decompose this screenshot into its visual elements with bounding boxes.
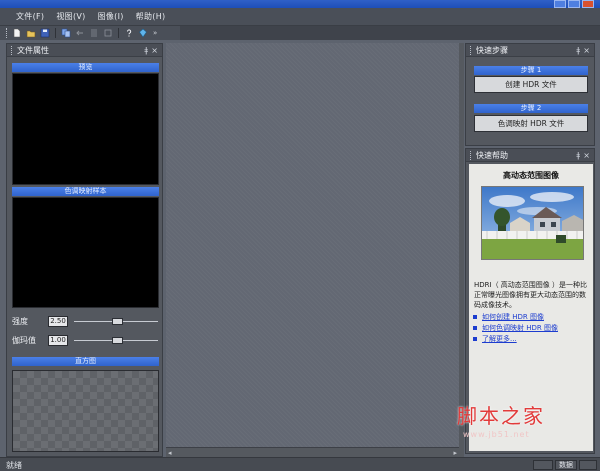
toolbar-overflow-icon[interactable]: » (153, 29, 157, 37)
menu-view[interactable]: 视图(V) (56, 11, 85, 22)
quick-help-header: 快速帮助 ǂ × (466, 149, 594, 162)
panel-title: 文件属性 (17, 45, 49, 55)
gamma-row: 伽玛值 1.00 (12, 334, 162, 346)
stack-icon[interactable] (102, 28, 114, 39)
preview-canvas (12, 73, 159, 185)
panel-grip[interactable] (11, 45, 14, 55)
bullet-icon (473, 337, 477, 341)
help-link-label[interactable]: 如何创建 HDR 图像 (482, 312, 544, 322)
save-icon[interactable] (39, 28, 51, 39)
strength-value-field[interactable]: 2.50 (48, 315, 68, 327)
panel-title: 快速步骤 (476, 45, 508, 55)
step-1-label: 步骤 1 (474, 66, 588, 75)
toolbar-separator (55, 28, 56, 38)
tonemap-sample-label: 色调映射样本 (12, 187, 159, 196)
help-link-learn-more[interactable]: 了解更多... (473, 334, 517, 344)
image-workspace[interactable] (166, 43, 459, 447)
strength-slider[interactable] (74, 316, 158, 327)
bullet-icon (473, 315, 477, 319)
menu-file[interactable]: 文件(F) (16, 11, 44, 22)
menu-image[interactable]: 图像(I) (98, 11, 124, 22)
gamma-slider[interactable] (74, 335, 158, 346)
status-bar: 就绪 数据 (0, 457, 600, 471)
scroll-right-icon[interactable]: ▸ (453, 449, 457, 457)
help-link-tonemap-hdr[interactable]: 如何色调映射 HDR 图像 (473, 323, 558, 333)
quick-steps-header: 快速步骤 ǂ × (466, 44, 594, 57)
menu-help[interactable]: 帮助(H) (136, 11, 166, 22)
toolbar-grip (6, 28, 7, 38)
scroll-left-icon[interactable]: ◂ (168, 449, 172, 457)
close-icon[interactable]: × (583, 151, 590, 160)
create-hdr-button[interactable]: 创建 HDR 文件 (474, 76, 588, 93)
vertical-scrollbar[interactable] (459, 43, 464, 457)
gamma-label: 伽玛值 (12, 335, 36, 345)
slider-thumb[interactable] (112, 317, 123, 325)
file-properties-panel: 文件属性 ǂ × 预览 色调映射样本 强度 2.50 伽玛值 1.00 直方图 (6, 43, 163, 457)
help-link-label[interactable]: 了解更多... (482, 334, 517, 344)
file-properties-header: 文件属性 ǂ × (7, 44, 162, 57)
gamma-value-field[interactable]: 1.00 (48, 334, 68, 346)
preview-label: 预览 (12, 63, 159, 72)
status-text: 就绪 (6, 461, 22, 470)
quick-steps-panel: 快速步骤 ǂ × 步骤 1 创建 HDR 文件 步骤 2 色调映射 HDR 文件 (465, 43, 595, 146)
panel-grip[interactable] (470, 150, 473, 160)
copy-icon[interactable] (60, 28, 72, 39)
bullet-icon (473, 326, 477, 330)
toolbar-empty-area (180, 26, 600, 40)
close-window-button[interactable] (582, 0, 594, 8)
tonemap-sample-canvas (12, 197, 159, 308)
tonemap-hdr-button[interactable]: 色调映射 HDR 文件 (474, 115, 588, 132)
help-question-icon[interactable] (123, 28, 135, 39)
watermark: 脚本之家 www.jb51.net (455, 400, 597, 448)
strength-row: 强度 2.50 (12, 315, 162, 327)
help-link-create-hdr[interactable]: 如何创建 HDR 图像 (473, 312, 544, 322)
help-heading: 高动态范围图像 (503, 171, 559, 180)
list-icon[interactable] (88, 28, 100, 39)
close-icon[interactable]: × (583, 46, 590, 55)
status-cell-empty (533, 460, 553, 470)
step-2-label: 步骤 2 (474, 104, 588, 113)
toolbar: » (0, 26, 180, 40)
status-cell-data: 数据 (555, 460, 577, 470)
close-icon[interactable]: × (151, 46, 158, 55)
open-folder-icon[interactable] (25, 28, 37, 39)
gem-icon[interactable] (137, 28, 149, 39)
status-cell-empty (579, 460, 597, 470)
pin-icon[interactable]: ǂ (576, 46, 580, 55)
new-file-icon[interactable] (11, 28, 23, 39)
slider-thumb[interactable] (112, 336, 123, 344)
panel-title: 快速帮助 (476, 150, 508, 160)
menu-bar: 文件(F) 视图(V) 图像(I) 帮助(H) (0, 8, 600, 26)
panel-grip[interactable] (470, 45, 473, 55)
pin-icon[interactable]: ǂ (576, 151, 580, 160)
horizontal-scrollbar[interactable]: ◂ ▸ (166, 447, 459, 457)
help-link-label[interactable]: 如何色调映射 HDR 图像 (482, 323, 558, 333)
histogram-canvas (12, 370, 159, 452)
pin-icon[interactable]: ǂ (144, 46, 148, 55)
minimize-button[interactable] (554, 0, 566, 8)
toolbar-separator (118, 28, 119, 38)
watermark-url: www.jb51.net (463, 430, 530, 439)
maximize-button[interactable] (568, 0, 580, 8)
window-controls (554, 0, 594, 8)
window-titlebar (0, 0, 600, 8)
hdr-sample-photo (481, 186, 584, 260)
back-arrow-icon[interactable] (74, 28, 86, 39)
histogram-label: 直方图 (12, 357, 159, 366)
help-description: HDRI（ 高动态范围图像 ）是一种比正常曝光图像拥有更大动态范围的数码成像技术… (474, 281, 588, 309)
strength-label: 强度 (12, 316, 28, 326)
watermark-title: 脚本之家 (457, 404, 545, 428)
